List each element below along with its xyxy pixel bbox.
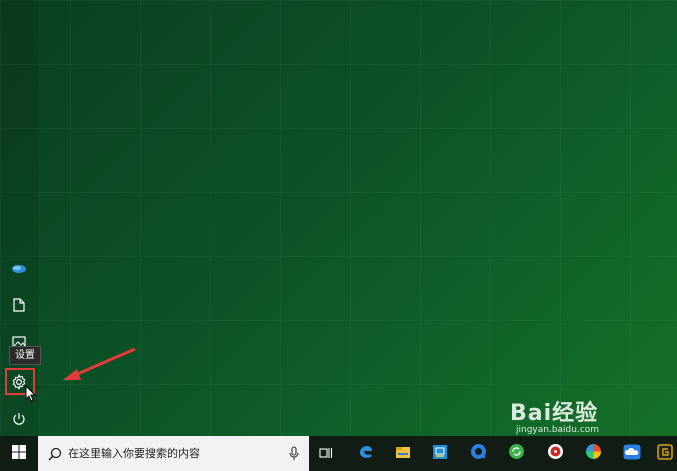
store-button[interactable]: [422, 436, 458, 471]
watermark-brand: Bai经验: [510, 401, 599, 426]
edge-button[interactable]: [348, 436, 384, 471]
app-button[interactable]: [652, 436, 677, 471]
browser-button[interactable]: [460, 436, 496, 471]
power-icon: [12, 412, 26, 426]
settings-tooltip: 设置: [9, 346, 41, 365]
task-view-button[interactable]: [308, 436, 344, 471]
color-wheel-button[interactable]: [575, 436, 611, 471]
record-app-button[interactable]: [537, 436, 573, 471]
start-button[interactable]: [0, 436, 38, 471]
taskbar-search-box[interactable]: [38, 436, 309, 471]
task-view-icon: [319, 444, 333, 463]
refresh-app-icon: [508, 443, 525, 464]
user-avatar-button[interactable]: [0, 252, 38, 286]
user-avatar-icon: [11, 264, 27, 274]
cloud-app-button[interactable]: [614, 436, 650, 471]
store-icon: [432, 444, 448, 464]
refresh-app-button[interactable]: [498, 436, 534, 471]
microphone-icon[interactable]: [289, 446, 299, 461]
watermark-url: jingyan.baidu.com: [516, 425, 600, 435]
file-explorer-icon: [395, 444, 411, 463]
search-input[interactable]: [68, 443, 289, 464]
windows-logo-icon: [12, 444, 26, 463]
edge-icon: [358, 444, 374, 464]
documents-button[interactable]: [0, 288, 38, 322]
documents-icon: [13, 298, 25, 312]
search-icon: [48, 447, 62, 461]
file-explorer-button[interactable]: [385, 436, 421, 471]
browser-icon: [470, 443, 487, 464]
power-button[interactable]: [0, 402, 38, 436]
cloud-app-icon: [623, 444, 641, 464]
app-icon: [656, 443, 673, 464]
watermark: Bai经验 jingyan.baidu.com: [510, 395, 599, 435]
record-app-icon: [547, 443, 564, 464]
color-wheel-icon: [585, 443, 602, 464]
mouse-cursor-icon: [25, 385, 37, 402]
pointer-arrow-icon: [63, 347, 136, 380]
taskbar: [0, 436, 677, 471]
